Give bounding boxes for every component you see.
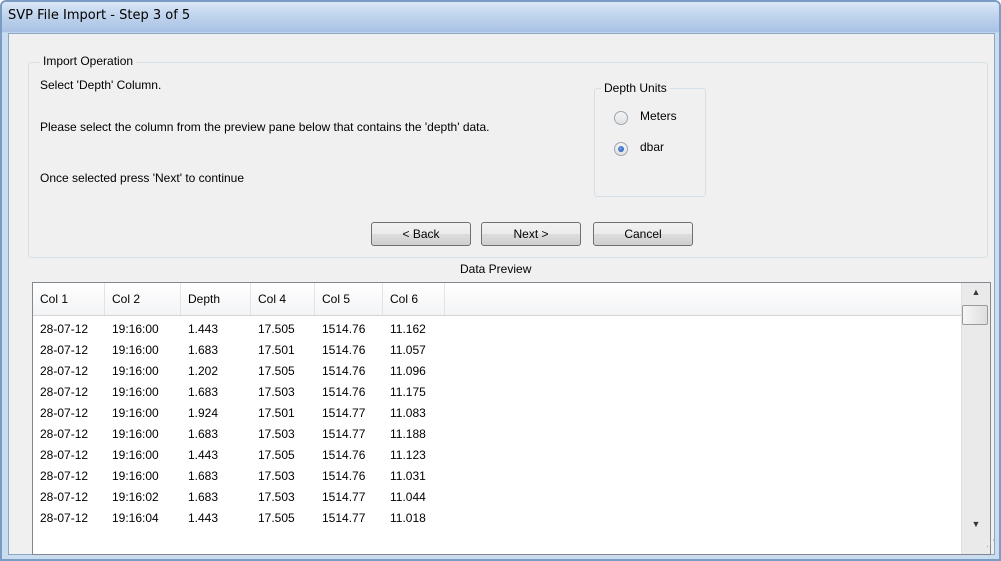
table-cell: 19:16:02 <box>112 490 159 504</box>
table-cell: 17.505 <box>258 322 295 336</box>
table-cell: 11.188 <box>390 427 426 441</box>
table-cell: 17.503 <box>258 427 295 441</box>
table-cell: 28-07-12 <box>40 511 89 525</box>
table-cell: 19:16:00 <box>112 385 159 399</box>
table-cell: 28-07-12 <box>40 364 89 378</box>
table-row[interactable]: 28-07-12 19:16:00 1.683 17.503 1514.77 11.188 <box>33 424 961 444</box>
table-cell: 1.683 <box>188 427 219 441</box>
table-cell: 1514.77 <box>322 511 366 525</box>
radio-selected-dot <box>618 146 624 152</box>
table-cell: 11.044 <box>390 490 426 504</box>
table-cell: 28-07-12 <box>40 385 89 399</box>
table-cell: 11.096 <box>390 364 426 378</box>
table-cell: 11.057 <box>390 343 426 357</box>
table-cell: 1514.77 <box>322 427 366 441</box>
table-row[interactable]: 28-07-12 19:16:00 1.443 17.505 1514.76 11.123 <box>33 445 961 465</box>
next-button[interactable]: Next > <box>481 222 581 246</box>
column-header[interactable]: Col 5 <box>315 283 383 315</box>
next-hint-text: Once selected press 'Next' to continue <box>40 171 245 185</box>
table-cell: 17.505 <box>258 448 295 462</box>
table-row[interactable]: 28-07-12 19:16:02 1.683 17.503 1514.77 11.044 <box>33 487 961 507</box>
scroll-thumb[interactable] <box>962 305 988 325</box>
table-cell: 28-07-12 <box>40 406 89 420</box>
table-cell: 19:16:00 <box>112 406 159 420</box>
table-cell: 1.924 <box>188 406 219 420</box>
table-cell: 11.031 <box>390 469 426 483</box>
table-cell: 1.443 <box>188 511 219 525</box>
table-cell: 1514.76 <box>322 343 366 357</box>
vertical-scrollbar[interactable]: ▲ ▼ <box>961 283 990 554</box>
table-row[interactable]: 28-07-12 19:16:00 1.443 17.505 1514.76 11.162 <box>33 319 961 339</box>
scroll-up-arrow-icon[interactable]: ▲ <box>962 283 990 301</box>
table-cell: 19:16:00 <box>112 448 159 462</box>
table-cell: 19:16:00 <box>112 469 159 483</box>
scroll-down-arrow-icon[interactable]: ▼ <box>962 515 990 533</box>
dbar-radio-label[interactable]: dbar <box>640 140 664 154</box>
table-cell: 11.123 <box>390 448 426 462</box>
meters-radio[interactable] <box>614 111 628 125</box>
table-cell: 1.443 <box>188 322 219 336</box>
table-row[interactable]: 28-07-12 19:16:00 1.924 17.501 1514.77 11.083 <box>33 403 961 423</box>
table-cell: 1514.76 <box>322 322 366 336</box>
column-header-depth[interactable]: Depth <box>181 283 251 315</box>
table-cell: 1514.77 <box>322 490 366 504</box>
table-cell: 17.503 <box>258 385 295 399</box>
table-cell: 1514.76 <box>322 448 366 462</box>
dbar-radio[interactable] <box>614 142 628 156</box>
table-row[interactable]: 28-07-12 19:16:04 1.443 17.505 1514.77 11.018 <box>33 508 961 528</box>
table-cell: 11.175 <box>390 385 426 399</box>
table-cell: 1514.76 <box>322 469 366 483</box>
table-cell: 1.683 <box>188 385 219 399</box>
table-row[interactable]: 28-07-12 19:16:00 1.683 17.503 1514.76 11.031 <box>33 466 961 486</box>
select-depth-heading: Select 'Depth' Column. <box>40 78 162 92</box>
table-cell: 1.683 <box>188 343 219 357</box>
table-cell: 1.202 <box>188 364 219 378</box>
title-bar[interactable]: SVP File Import - Step 3 of 5 <box>2 2 999 32</box>
table-cell: 17.503 <box>258 490 295 504</box>
table-cell: 1.443 <box>188 448 219 462</box>
table-cell: 28-07-12 <box>40 490 89 504</box>
table-cell: 19:16:04 <box>112 511 159 525</box>
table-cell: 28-07-12 <box>40 427 89 441</box>
table-cell: 11.162 <box>390 322 426 336</box>
table-cell: 1514.76 <box>322 385 366 399</box>
table-row[interactable]: 28-07-12 19:16:00 1.683 17.501 1514.76 11.057 <box>33 340 961 360</box>
table-cell: 1514.77 <box>322 406 366 420</box>
window-title: SVP File Import - Step 3 of 5 <box>8 8 191 23</box>
table-cell: 19:16:00 <box>112 427 159 441</box>
table-cell: 11.018 <box>390 511 426 525</box>
table-cell: 28-07-12 <box>40 322 89 336</box>
instruction-text: Please select the column from the previe… <box>40 120 490 134</box>
table-cell: 19:16:00 <box>112 343 159 357</box>
table-cell: 11.083 <box>390 406 426 420</box>
data-preview-label: Data Preview <box>460 262 532 276</box>
table-cell: 17.505 <box>258 511 295 525</box>
table-cell: 28-07-12 <box>40 448 89 462</box>
column-header[interactable]: Col 2 <box>105 283 181 315</box>
column-header[interactable]: Col 4 <box>251 283 315 315</box>
table-cell: 19:16:00 <box>112 322 159 336</box>
back-button[interactable]: < Back <box>371 222 471 246</box>
column-header[interactable]: Col 1 <box>33 283 105 315</box>
table-cell: 1.683 <box>188 469 219 483</box>
cancel-button[interactable]: Cancel <box>593 222 693 246</box>
resize-grip-icon[interactable]: ⋰ <box>986 538 998 550</box>
table-cell: 17.505 <box>258 364 295 378</box>
depth-units-title: Depth Units <box>601 81 670 95</box>
table-cell: 1.683 <box>188 490 219 504</box>
table-cell: 19:16:00 <box>112 364 159 378</box>
table-cell: 28-07-12 <box>40 469 89 483</box>
table-row[interactable]: 28-07-12 19:16:00 1.202 17.505 1514.76 11.096 <box>33 361 961 381</box>
table-cell: 1514.76 <box>322 364 366 378</box>
meters-radio-label[interactable]: Meters <box>640 109 677 123</box>
table-row[interactable]: 28-07-12 19:16:00 1.683 17.503 1514.76 11.175 <box>33 382 961 402</box>
table-cell: 17.501 <box>258 343 295 357</box>
import-operation-title: Import Operation <box>40 54 137 68</box>
table-cell: 28-07-12 <box>40 343 89 357</box>
data-preview-grid[interactable]: Col 1 Col 2 Depth Col 4 Col 5 Col 6 28-0… <box>32 282 991 555</box>
column-header[interactable]: Col 6 <box>383 283 445 315</box>
table-cell: 17.503 <box>258 469 295 483</box>
table-cell: 17.501 <box>258 406 295 420</box>
grid-header: Col 1 Col 2 Depth Col 4 Col 5 Col 6 <box>33 283 961 316</box>
